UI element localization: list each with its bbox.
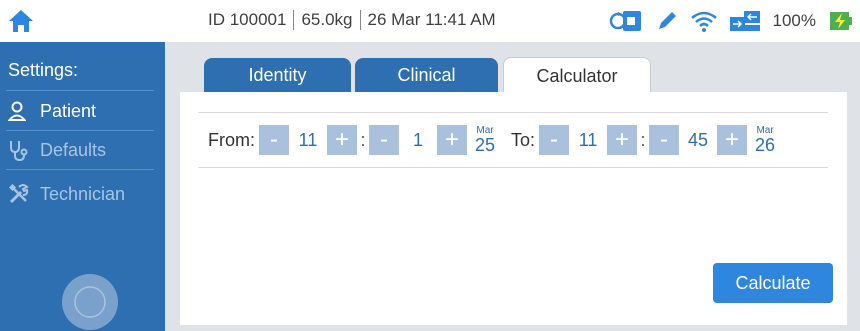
settings-sidebar: Settings: Patient Defaults Technician xyxy=(0,42,165,331)
from-minute-increment-button[interactable]: + xyxy=(437,125,467,155)
content-frame xyxy=(165,92,180,331)
sidebar-item-label: Patient xyxy=(40,100,97,121)
from-hour-value: 11 xyxy=(289,125,327,155)
from-date[interactable]: Mar 25 xyxy=(475,126,496,155)
status-info: ID 100001 65.0kg 26 Mar 11:41 AM xyxy=(208,10,496,30)
time-range-row: From: - 11 + : - 1 + Mar 25 To: - 11 + :… xyxy=(208,122,775,158)
sidebar-item-technician[interactable]: Technician xyxy=(8,181,125,207)
stethoscope-icon xyxy=(8,139,32,161)
status-bar: ID 100001 65.0kg 26 Mar 11:41 AM 100% xyxy=(0,0,860,42)
transfer-icon[interactable] xyxy=(729,9,761,33)
to-minute-value: 45 xyxy=(679,125,718,155)
from-minute-decrement-button[interactable]: - xyxy=(369,125,399,155)
pencil-icon[interactable] xyxy=(655,9,679,33)
sync-icon[interactable] xyxy=(609,9,643,33)
date-time: 26 Mar 11:41 AM xyxy=(367,10,496,29)
to-date[interactable]: Mar 26 xyxy=(755,126,776,155)
tab-bar: Identity Clinical Calculator xyxy=(165,42,860,94)
divider xyxy=(6,130,154,131)
sidebar-title: Settings: xyxy=(8,60,79,80)
divider xyxy=(6,169,154,170)
content-frame xyxy=(847,92,860,331)
home-button[interactable] xyxy=(6,7,36,35)
battery-charging-icon xyxy=(830,11,852,31)
content-frame xyxy=(165,325,860,331)
sidebar-item-defaults[interactable]: Defaults xyxy=(8,137,106,163)
sidebar-item-patient[interactable]: Patient xyxy=(8,98,96,124)
wifi-icon xyxy=(690,10,717,32)
divider xyxy=(198,167,828,168)
system-icons: 100% xyxy=(609,7,852,35)
patient-id: ID 100001 xyxy=(208,10,287,29)
patient-weight: 65.0kg xyxy=(301,10,353,29)
calculate-button[interactable]: Calculate xyxy=(713,263,833,303)
from-label: From: xyxy=(208,129,255,150)
divider xyxy=(198,112,828,113)
tab-calculator[interactable]: Calculator xyxy=(503,57,651,94)
sidebar-item-label: Technician xyxy=(40,183,126,204)
home-icon xyxy=(9,10,33,32)
battery-percent: 100% xyxy=(772,11,816,30)
tab-clinical[interactable]: Clinical xyxy=(355,58,498,92)
person-icon xyxy=(8,100,32,122)
to-hour-increment-button[interactable]: + xyxy=(607,125,638,155)
calculator-panel: From: - 11 + : - 1 + Mar 25 To: - 11 + :… xyxy=(180,92,847,325)
tab-identity[interactable]: Identity xyxy=(204,58,351,92)
separator xyxy=(293,10,295,30)
spinner-icon xyxy=(74,286,106,318)
separator xyxy=(359,10,361,30)
to-minute-increment-button[interactable]: + xyxy=(717,125,748,155)
to-minute-decrement-button[interactable]: - xyxy=(649,125,680,155)
from-minute-value: 1 xyxy=(399,125,437,155)
from-hour-decrement-button[interactable]: - xyxy=(259,125,289,155)
tools-icon xyxy=(8,183,32,205)
to-day: 26 xyxy=(755,135,776,155)
time-colon: : xyxy=(360,129,366,150)
time-colon: : xyxy=(640,129,646,150)
divider xyxy=(6,90,154,91)
from-day: 25 xyxy=(475,135,496,155)
sidebar-item-label: Defaults xyxy=(40,139,107,160)
to-hour-value: 11 xyxy=(569,125,608,155)
loading-spinner xyxy=(62,274,118,330)
from-hour-increment-button[interactable]: + xyxy=(327,125,357,155)
to-hour-decrement-button[interactable]: - xyxy=(539,125,570,155)
to-label: To: xyxy=(511,129,536,150)
